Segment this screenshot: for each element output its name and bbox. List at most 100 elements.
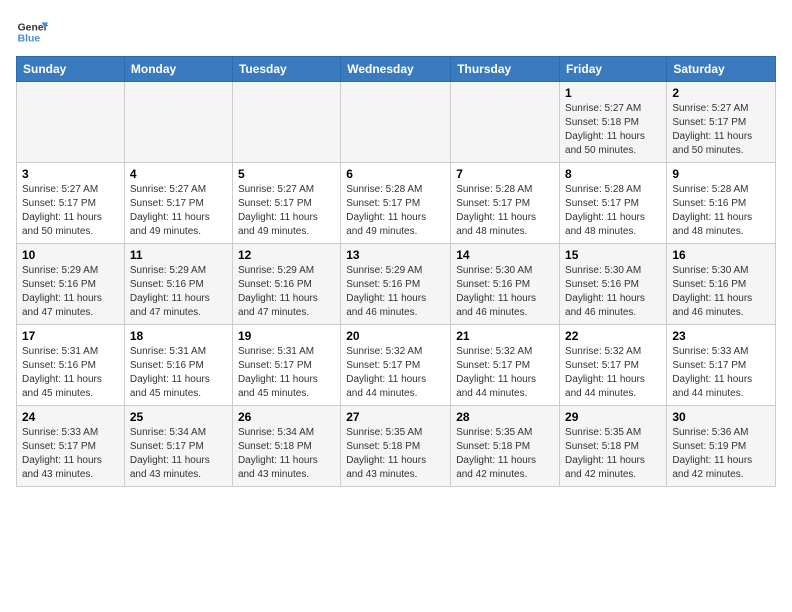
day-number: 30 [672,410,770,424]
day-number: 12 [238,248,335,262]
col-header-monday: Monday [124,57,232,82]
day-info: Sunrise: 5:29 AM Sunset: 5:16 PM Dayligh… [238,264,335,320]
day-info: Sunrise: 5:28 AM Sunset: 5:17 PM Dayligh… [346,183,445,239]
day-number: 2 [672,86,770,100]
day-number: 29 [565,410,661,424]
day-number: 14 [456,248,554,262]
day-number: 10 [22,248,119,262]
header: General Blue [16,16,776,48]
day-cell: 15 Sunrise: 5:30 AM Sunset: 5:16 PM Dayli… [560,244,667,325]
day-number: 27 [346,410,445,424]
day-cell: 24 Sunrise: 5:33 AM Sunset: 5:17 PM Dayli… [17,406,125,487]
day-info: Sunrise: 5:31 AM Sunset: 5:16 PM Dayligh… [22,345,119,401]
day-info: Sunrise: 5:28 AM Sunset: 5:16 PM Dayligh… [672,183,770,239]
day-cell: 18 Sunrise: 5:31 AM Sunset: 5:16 PM Dayli… [124,325,232,406]
logo-icon: General Blue [16,16,48,48]
day-info: Sunrise: 5:32 AM Sunset: 5:17 PM Dayligh… [565,345,661,401]
day-cell: 17 Sunrise: 5:31 AM Sunset: 5:16 PM Dayli… [17,325,125,406]
day-number: 4 [130,167,227,181]
day-number: 3 [22,167,119,181]
day-cell: 22 Sunrise: 5:32 AM Sunset: 5:17 PM Dayli… [560,325,667,406]
day-number: 28 [456,410,554,424]
day-info: Sunrise: 5:33 AM Sunset: 5:17 PM Dayligh… [22,426,119,482]
day-cell: 13Sunrise: 5:29 AM Sunset: 5:16 PM Dayli… [341,244,451,325]
day-info: Sunrise: 5:32 AM Sunset: 5:17 PM Dayligh… [346,345,445,401]
day-number: 9 [672,167,770,181]
day-cell [17,82,125,163]
day-info: Sunrise: 5:31 AM Sunset: 5:17 PM Dayligh… [238,345,335,401]
day-number: 17 [22,329,119,343]
day-cell: 20 Sunrise: 5:32 AM Sunset: 5:17 PM Dayli… [341,325,451,406]
day-info: Sunrise: 5:35 AM Sunset: 5:18 PM Dayligh… [456,426,554,482]
day-info: Sunrise: 5:27 AM Sunset: 5:18 PM Dayligh… [565,102,661,158]
day-cell: 30 Sunrise: 5:36 AM Sunset: 5:19 PM Dayli… [667,406,776,487]
day-cell: 8Sunrise: 5:28 AM Sunset: 5:17 PM Daylig… [560,163,667,244]
day-cell: 4 Sunrise: 5:27 AM Sunset: 5:17 PM Daylig… [124,163,232,244]
day-cell: 14 Sunrise: 5:30 AM Sunset: 5:16 PM Dayli… [451,244,560,325]
col-header-sunday: Sunday [17,57,125,82]
day-number: 18 [130,329,227,343]
day-number: 5 [238,167,335,181]
day-info: Sunrise: 5:29 AM Sunset: 5:16 PM Dayligh… [22,264,119,320]
day-number: 11 [130,248,227,262]
day-info: Sunrise: 5:30 AM Sunset: 5:16 PM Dayligh… [456,264,554,320]
day-cell: 26Sunrise: 5:34 AM Sunset: 5:18 PM Dayli… [232,406,340,487]
day-cell: 25Sunrise: 5:34 AM Sunset: 5:17 PM Dayli… [124,406,232,487]
col-header-wednesday: Wednesday [341,57,451,82]
day-number: 20 [346,329,445,343]
logo: General Blue [16,16,48,48]
day-info: Sunrise: 5:36 AM Sunset: 5:19 PM Dayligh… [672,426,770,482]
day-number: 25 [130,410,227,424]
day-info: Sunrise: 5:29 AM Sunset: 5:16 PM Dayligh… [130,264,227,320]
day-cell: 19Sunrise: 5:31 AM Sunset: 5:17 PM Dayli… [232,325,340,406]
day-info: Sunrise: 5:27 AM Sunset: 5:17 PM Dayligh… [238,183,335,239]
day-cell: 2 Sunrise: 5:27 AM Sunset: 5:17 PM Daylig… [667,82,776,163]
day-cell [232,82,340,163]
col-header-thursday: Thursday [451,57,560,82]
day-number: 7 [456,167,554,181]
day-cell [124,82,232,163]
day-info: Sunrise: 5:33 AM Sunset: 5:17 PM Dayligh… [672,345,770,401]
day-info: Sunrise: 5:27 AM Sunset: 5:17 PM Dayligh… [22,183,119,239]
day-info: Sunrise: 5:28 AM Sunset: 5:17 PM Dayligh… [565,183,661,239]
day-info: Sunrise: 5:32 AM Sunset: 5:17 PM Dayligh… [456,345,554,401]
calendar-header: SundayMondayTuesdayWednesdayThursdayFrid… [17,57,776,82]
day-cell [451,82,560,163]
week-row-4: 17 Sunrise: 5:31 AM Sunset: 5:16 PM Dayli… [17,325,776,406]
day-cell: 1Sunrise: 5:27 AM Sunset: 5:18 PM Daylig… [560,82,667,163]
day-info: Sunrise: 5:31 AM Sunset: 5:16 PM Dayligh… [130,345,227,401]
week-row-1: 1Sunrise: 5:27 AM Sunset: 5:18 PM Daylig… [17,82,776,163]
day-number: 24 [22,410,119,424]
calendar-table: SundayMondayTuesdayWednesdayThursdayFrid… [16,56,776,487]
day-cell: 6Sunrise: 5:28 AM Sunset: 5:17 PM Daylig… [341,163,451,244]
week-row-5: 24 Sunrise: 5:33 AM Sunset: 5:17 PM Dayli… [17,406,776,487]
day-number: 21 [456,329,554,343]
day-cell: 10 Sunrise: 5:29 AM Sunset: 5:16 PM Dayli… [17,244,125,325]
day-info: Sunrise: 5:35 AM Sunset: 5:18 PM Dayligh… [346,426,445,482]
day-cell: 16Sunrise: 5:30 AM Sunset: 5:16 PM Dayli… [667,244,776,325]
svg-text:Blue: Blue [18,34,41,45]
day-number: 22 [565,329,661,343]
day-cell: 5 Sunrise: 5:27 AM Sunset: 5:17 PM Daylig… [232,163,340,244]
day-info: Sunrise: 5:35 AM Sunset: 5:18 PM Dayligh… [565,426,661,482]
week-row-3: 10 Sunrise: 5:29 AM Sunset: 5:16 PM Dayli… [17,244,776,325]
day-number: 23 [672,329,770,343]
day-cell [341,82,451,163]
day-number: 16 [672,248,770,262]
day-info: Sunrise: 5:29 AM Sunset: 5:16 PM Dayligh… [346,264,445,320]
day-info: Sunrise: 5:27 AM Sunset: 5:17 PM Dayligh… [130,183,227,239]
day-cell: 3 Sunrise: 5:27 AM Sunset: 5:17 PM Daylig… [17,163,125,244]
day-cell: 23 Sunrise: 5:33 AM Sunset: 5:17 PM Dayli… [667,325,776,406]
col-header-tuesday: Tuesday [232,57,340,82]
day-cell: 7Sunrise: 5:28 AM Sunset: 5:17 PM Daylig… [451,163,560,244]
day-number: 15 [565,248,661,262]
day-cell: 28 Sunrise: 5:35 AM Sunset: 5:18 PM Dayli… [451,406,560,487]
day-cell: 9 Sunrise: 5:28 AM Sunset: 5:16 PM Daylig… [667,163,776,244]
day-number: 26 [238,410,335,424]
day-cell: 21 Sunrise: 5:32 AM Sunset: 5:17 PM Dayli… [451,325,560,406]
day-info: Sunrise: 5:30 AM Sunset: 5:16 PM Dayligh… [565,264,661,320]
day-cell: 27 Sunrise: 5:35 AM Sunset: 5:18 PM Dayli… [341,406,451,487]
day-info: Sunrise: 5:27 AM Sunset: 5:17 PM Dayligh… [672,102,770,158]
day-cell: 12 Sunrise: 5:29 AM Sunset: 5:16 PM Dayli… [232,244,340,325]
col-header-saturday: Saturday [667,57,776,82]
